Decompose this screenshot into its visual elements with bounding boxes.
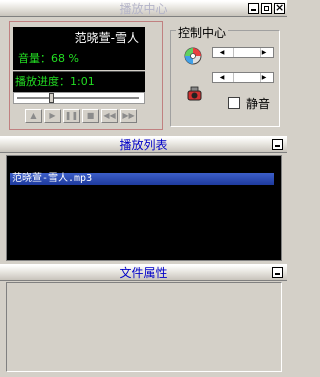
pause-button[interactable]: ❚❚: [63, 109, 80, 123]
speaker-icon: [186, 86, 204, 102]
playlist-title: 播放列表: [119, 138, 168, 152]
seek-thumb[interactable]: [49, 93, 55, 103]
close-icon[interactable]: [274, 1, 285, 14]
playlist-item[interactable]: 范晓萱-雪人.mp3: [10, 173, 274, 185]
next-button[interactable]: ▶▶: [120, 109, 137, 123]
mute-checkbox[interactable]: [228, 97, 240, 109]
eject-button[interactable]: ▲: [25, 109, 42, 123]
progress-readout: 播放进度：1:01: [13, 71, 145, 92]
cd-volume-slider[interactable]: ◀ ▶: [212, 47, 274, 58]
play-button[interactable]: ▶: [44, 109, 61, 123]
stop-button[interactable]: ■: [82, 109, 99, 123]
mute-label: 静音: [246, 97, 271, 111]
song-display: 范晓萱-雪人: [13, 27, 145, 49]
restore-icon[interactable]: [261, 3, 272, 14]
player-titlebar: 播放中心: [0, 0, 287, 17]
playlist-titlebar: 播放列表: [0, 136, 287, 153]
control-center-title: 控制中心: [176, 24, 229, 41]
seek-track: [17, 97, 139, 100]
speaker-volume-slider[interactable]: ◀ ▶: [212, 72, 274, 83]
properties-title: 文件属性: [119, 266, 168, 280]
minimize-icon[interactable]: [248, 3, 259, 14]
volume-readout: 音量：68 %: [13, 49, 145, 70]
player-title: 播放中心: [119, 2, 168, 16]
properties-panel: [6, 282, 282, 372]
prev-button[interactable]: ◀◀: [101, 109, 118, 123]
playlist-box[interactable]: [6, 155, 282, 261]
collapse-playlist-icon[interactable]: [272, 139, 283, 150]
properties-titlebar: 文件属性: [0, 264, 287, 281]
cd-icon: [184, 47, 202, 65]
collapse-properties-icon[interactable]: [272, 267, 283, 278]
